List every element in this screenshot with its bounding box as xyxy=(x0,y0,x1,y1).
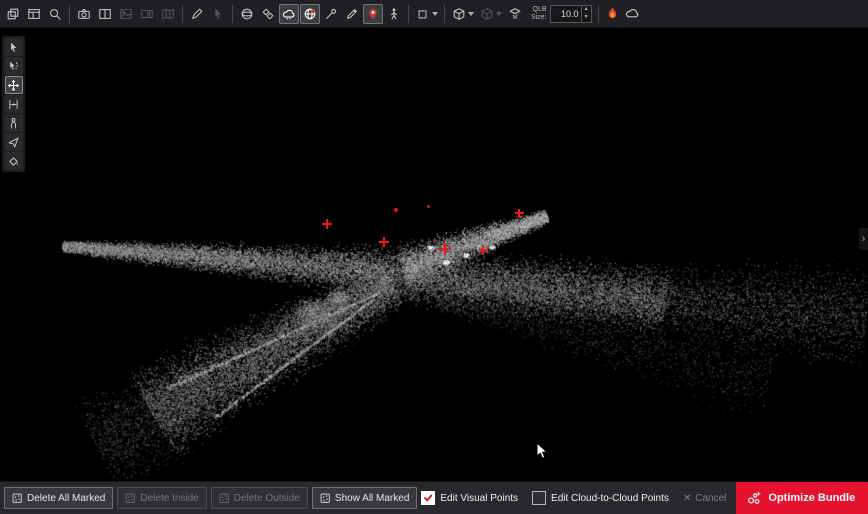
tie-point-marker[interactable] xyxy=(379,237,389,247)
chevron-down-icon xyxy=(468,12,474,16)
show-all-marked-icon xyxy=(320,493,331,504)
edit-cloud-to-cloud-checkbox[interactable]: Edit Cloud-to-Cloud Points xyxy=(532,491,669,505)
split-view-icon[interactable] xyxy=(95,4,115,24)
show-all-marked-button[interactable]: Show All Marked xyxy=(312,487,417,509)
image-view-icon[interactable] xyxy=(116,4,136,24)
needle-icon[interactable] xyxy=(321,4,341,24)
point-cloud-viewport[interactable] xyxy=(0,0,868,514)
qlb-size-label: QLB Size: xyxy=(531,6,547,21)
select-tool[interactable] xyxy=(5,38,23,56)
delete-all-marked-button-label: Delete All Marked xyxy=(27,493,105,504)
chevron-down-icon xyxy=(496,12,502,16)
tie-point-dot[interactable] xyxy=(427,205,430,208)
optimize-label: Optimize Bundle xyxy=(768,492,855,504)
qlb-size-control: QLB Size: ▲ ▼ xyxy=(531,5,592,23)
project-tools-group xyxy=(3,4,65,24)
tie-point-dot[interactable] xyxy=(394,208,398,212)
delete-outside-button[interactable]: Delete Outside xyxy=(211,487,308,509)
tie-point-marker[interactable] xyxy=(439,243,451,255)
panel-expand-handle[interactable]: › xyxy=(859,228,868,250)
zoom-extents-icon[interactable] xyxy=(45,4,65,24)
toolbar-separator xyxy=(232,5,233,23)
toolbar-groups: M xyxy=(3,4,525,24)
delete-inside-icon xyxy=(125,493,136,504)
close-icon: ✕ xyxy=(683,493,691,504)
bottom-toolbar: Delete All Marked Delete Inside Delete Out… xyxy=(0,481,868,514)
walker-icon[interactable] xyxy=(384,4,404,24)
tags-icon[interactable] xyxy=(258,4,278,24)
select-points-tool[interactable] xyxy=(5,57,23,75)
application-window: M QLB Size: ▲ ▼ › Delete All MarkedDelet… xyxy=(0,0,868,514)
pencil-icon[interactable] xyxy=(342,4,362,24)
svg-text:M: M xyxy=(512,14,517,21)
person-view-tool[interactable] xyxy=(5,114,23,132)
selection-mode-group xyxy=(413,4,440,24)
box-select-icon[interactable] xyxy=(413,4,440,24)
camera-icon[interactable] xyxy=(74,4,94,24)
display-tools-group xyxy=(237,4,404,24)
tie-point-marker[interactable] xyxy=(515,209,524,218)
cloud-icon[interactable] xyxy=(623,4,643,24)
toolbar-separator xyxy=(182,5,183,23)
checkbox-box[interactable] xyxy=(421,491,435,505)
tie-point-marker[interactable] xyxy=(479,246,488,255)
edit-cloud-to-cloud-checkbox-label: Edit Cloud-to-Cloud Points xyxy=(551,493,669,504)
delete-outside-icon xyxy=(219,493,230,504)
location-pin-icon[interactable] xyxy=(363,4,383,24)
pen-icon[interactable] xyxy=(187,4,207,24)
toolbar-right-icons xyxy=(603,4,643,24)
delete-all-marked-icon xyxy=(12,493,23,504)
checkbox-box[interactable] xyxy=(532,491,546,505)
optimize-bundle-button[interactable]: Optimize Bundle xyxy=(736,482,868,514)
cube-icon[interactable] xyxy=(449,4,476,24)
chevron-down-icon xyxy=(432,12,438,16)
navigate-tool[interactable] xyxy=(5,133,23,151)
gallery-view-icon[interactable] xyxy=(137,4,157,24)
delete-all-marked-button[interactable]: Delete All Marked xyxy=(4,487,113,509)
sphere-icon[interactable] xyxy=(237,4,257,24)
left-toolbar xyxy=(2,36,25,172)
cube-wireframe-icon[interactable] xyxy=(477,4,504,24)
cube-tools-group: M xyxy=(449,4,525,24)
move-tool[interactable] xyxy=(5,76,23,94)
cube-m-icon[interactable]: M xyxy=(505,4,525,24)
toolbar-separator xyxy=(444,5,445,23)
chevron-right-icon: › xyxy=(862,233,866,245)
bottom-checkboxes: Edit Visual Points Edit Cloud-to-Cloud Po… xyxy=(421,491,682,505)
cancel-label: Cancel xyxy=(695,493,726,504)
toolbar-separator xyxy=(598,5,599,23)
annotate-tools-group xyxy=(187,4,228,24)
bundle-icon xyxy=(746,490,762,506)
paint-tool[interactable] xyxy=(5,152,23,170)
top-toolbar: M QLB Size: ▲ ▼ xyxy=(0,0,868,28)
view-tools-group xyxy=(74,4,178,24)
layers-icon[interactable] xyxy=(3,4,23,24)
delete-inside-button-label: Delete Inside xyxy=(140,493,198,504)
toolbar-separator xyxy=(69,5,70,23)
edit-visual-points-checkbox-label: Edit Visual Points xyxy=(440,493,518,504)
edit-visual-points-checkbox[interactable]: Edit Visual Points xyxy=(421,491,518,505)
optimize-flame-icon[interactable] xyxy=(603,4,623,24)
qlb-size-decrease[interactable]: ▼ xyxy=(582,14,591,22)
tie-point-marker[interactable] xyxy=(322,219,332,229)
delete-inside-button[interactable]: Delete Inside xyxy=(117,487,206,509)
toolbar-separator xyxy=(408,5,409,23)
qlb-size-increase[interactable]: ▲ xyxy=(582,6,591,14)
window-layout-icon[interactable] xyxy=(24,4,44,24)
bottom-buttons: Delete All Marked Delete Inside Delete Out… xyxy=(4,487,421,509)
show-all-marked-button-label: Show All Marked xyxy=(335,493,409,504)
point-cloud-icon[interactable] xyxy=(279,4,299,24)
delete-outside-button-label: Delete Outside xyxy=(234,493,300,504)
map-view-icon[interactable] xyxy=(158,4,178,24)
cancel-button[interactable]: ✕ Cancel xyxy=(683,493,727,504)
globe-icon[interactable] xyxy=(300,4,320,24)
qlb-size-input[interactable] xyxy=(551,6,581,22)
leveling-tool[interactable] xyxy=(5,95,23,113)
pick-arrow-icon[interactable] xyxy=(208,4,228,24)
